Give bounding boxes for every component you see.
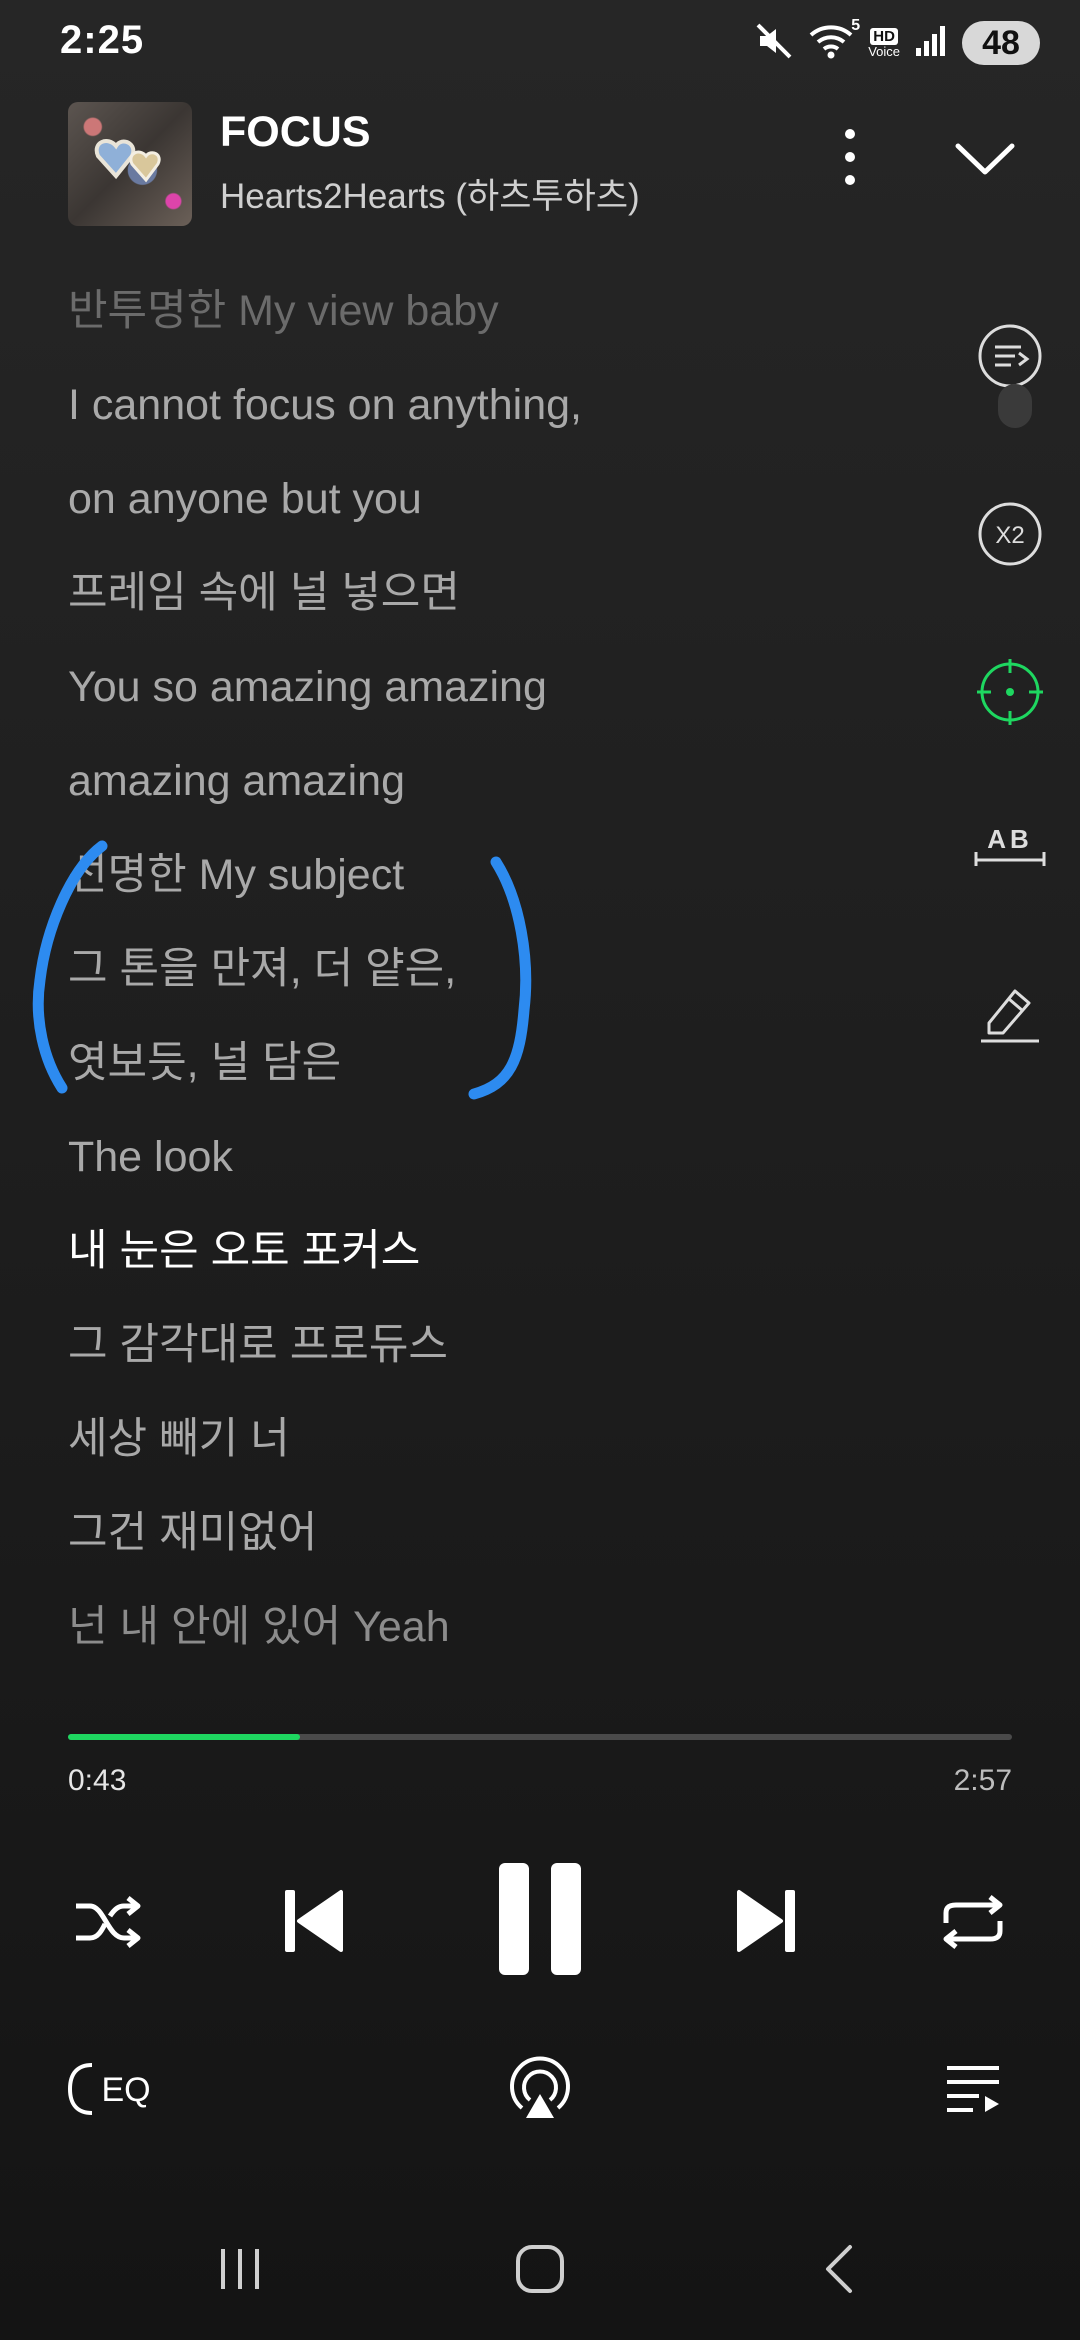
chevron-down-icon <box>955 143 1015 175</box>
wifi-icon: 5 <box>808 17 860 66</box>
song-title: FOCUS <box>220 108 371 156</box>
ab-label: AB <box>987 824 1033 854</box>
lyrics-panel[interactable]: 반투명한 My view baby I cannot focus on anyt… <box>68 278 928 1688</box>
signal-icon <box>914 24 948 63</box>
highlight-button[interactable] <box>970 970 1050 1050</box>
lyric-line[interactable]: on anyone but you <box>68 466 928 560</box>
recent-apps-button[interactable] <box>200 2234 280 2304</box>
status-time: 2:25 <box>60 18 145 62</box>
previous-track-button[interactable] <box>268 1876 358 1966</box>
lyric-line-active[interactable]: 내 눈은 오토 포커스 <box>68 1218 928 1312</box>
lyric-line[interactable]: 세상 빼기 너 <box>68 1406 928 1500</box>
total-time: 2:57 <box>953 1764 1012 1797</box>
equalizer-icon: EQ <box>68 2063 151 2115</box>
status-icons: 5 HD Voice 48 <box>754 17 1040 68</box>
lyric-line[interactable]: 넌 내 안에 있어 Yeah <box>68 1594 928 1688</box>
skip-previous-icon <box>285 1890 343 1952</box>
cast-button[interactable] <box>500 2050 580 2130</box>
back-button[interactable] <box>800 2234 880 2304</box>
pause-icon <box>499 1863 581 1975</box>
back-arrow-icon <box>826 2245 852 2293</box>
lyric-line[interactable]: I cannot focus on anything, <box>68 372 928 466</box>
lyrics-scroll-icon <box>978 324 1042 388</box>
ab-repeat-button[interactable]: AB <box>970 806 1050 886</box>
eq-label: EQ <box>101 2071 150 2109</box>
pause-button[interactable] <box>484 1854 596 1984</box>
lyric-line[interactable]: You so amazing amazing <box>68 654 928 748</box>
lyric-line[interactable]: 프레임 속에 널 넣으면 <box>68 560 928 654</box>
speed-label: X2 <box>995 522 1024 549</box>
hd-label: HD <box>870 28 898 45</box>
lyric-line[interactable]: 그 톤을 만져, 더 얕은, <box>68 936 928 1030</box>
focus-target-button[interactable] <box>970 652 1050 732</box>
network-badge: 5 <box>851 16 861 34</box>
music-player-screen: 2:25 5 HD Voice 48 FOCUS Hearts2Hearts (… <box>0 0 1080 2340</box>
mute-icon <box>754 21 794 66</box>
lyric-line[interactable]: The look <box>68 1124 928 1218</box>
home-icon <box>516 2245 564 2293</box>
current-time: 0:43 <box>68 1764 127 1797</box>
progress-bar[interactable] <box>68 1734 1012 1740</box>
shuffle-icon <box>76 1896 141 1948</box>
lyrics-scroll-handle[interactable] <box>998 384 1032 428</box>
highlighter-icon <box>981 989 1039 1043</box>
repeat-icon <box>943 1895 1003 1949</box>
more-options-button[interactable] <box>830 124 870 194</box>
ab-repeat-icon: AB <box>974 824 1046 866</box>
playlist-icon <box>947 2066 999 2112</box>
speed-x2-icon: X2 <box>978 502 1042 566</box>
system-navigation-bar <box>0 2200 1080 2340</box>
album-art[interactable] <box>68 102 192 226</box>
lyric-line[interactable]: 선명한 My subject <box>68 842 928 936</box>
equalizer-button[interactable]: EQ <box>62 2054 162 2124</box>
collapse-player-button[interactable] <box>950 130 1020 190</box>
song-artist[interactable]: Hearts2Hearts (하츠투하츠) <box>220 168 640 219</box>
shuffle-button[interactable] <box>62 1882 152 1962</box>
airplay-icon <box>510 2056 570 2118</box>
lyric-line[interactable]: 반투명한 My view baby <box>68 278 928 372</box>
speed-button[interactable]: X2 <box>970 494 1050 574</box>
next-track-button[interactable] <box>722 1876 812 1966</box>
hd-voice-icon: HD Voice <box>868 28 900 58</box>
more-vertical-icon <box>845 129 855 185</box>
recent-apps-icon <box>221 2249 259 2289</box>
lyric-line[interactable]: 엿보듯, 널 담은 <box>68 1030 928 1124</box>
queue-button[interactable] <box>928 2054 1018 2124</box>
lyric-line[interactable]: 그건 재미없어 <box>68 1500 928 1594</box>
lyric-line[interactable]: amazing amazing <box>68 748 928 842</box>
home-button[interactable] <box>500 2234 580 2304</box>
repeat-button[interactable] <box>928 1882 1018 1962</box>
lyric-line[interactable]: 그 감각대로 프로듀스 <box>68 1312 928 1406</box>
battery-indicator: 48 <box>962 21 1040 65</box>
progress-fill <box>68 1734 301 1740</box>
skip-next-icon <box>737 1890 795 1952</box>
crosshair-icon <box>977 659 1043 725</box>
voice-label: Voice <box>868 44 900 59</box>
